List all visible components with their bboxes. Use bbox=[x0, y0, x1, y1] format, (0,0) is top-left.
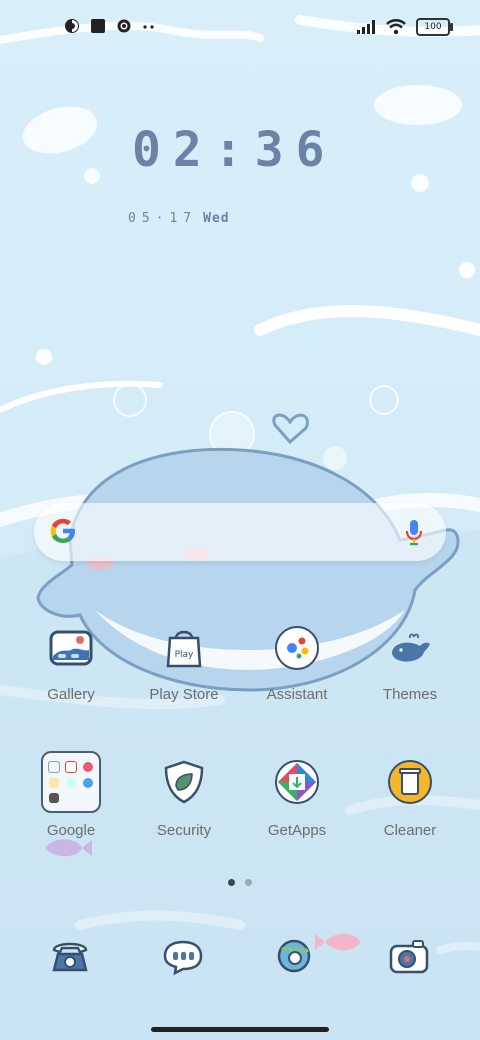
page-indicator bbox=[228, 879, 252, 886]
browser-icon bbox=[277, 939, 311, 973]
mic-icon[interactable] bbox=[404, 519, 424, 547]
getapps-icon bbox=[267, 752, 327, 812]
phone-icon bbox=[52, 942, 88, 972]
page-dot[interactable] bbox=[245, 879, 252, 886]
app-label: Themes bbox=[382, 686, 438, 703]
folder-icon bbox=[41, 751, 101, 813]
app-label: Assistant bbox=[266, 686, 328, 703]
app-cleaner[interactable]: Cleaner bbox=[354, 752, 466, 839]
battery-icon: 100 bbox=[416, 18, 453, 36]
google-search-bar[interactable] bbox=[34, 503, 446, 561]
data-saver-icon bbox=[65, 19, 79, 33]
dock-browser[interactable] bbox=[266, 926, 326, 986]
camera-icon bbox=[389, 940, 429, 974]
stop-icon bbox=[91, 19, 105, 33]
date-value: 05·17 bbox=[128, 211, 198, 226]
wifi-icon bbox=[386, 19, 406, 35]
mini-app-icon bbox=[49, 793, 60, 804]
dock-camera[interactable] bbox=[379, 926, 439, 986]
mini-app-icon bbox=[82, 777, 93, 788]
weekday: Wed bbox=[203, 211, 230, 226]
app-label: GetApps bbox=[267, 822, 327, 839]
folder-google[interactable]: Google bbox=[15, 751, 127, 839]
battery-level: 100 bbox=[424, 22, 442, 32]
themes-whale-icon bbox=[380, 618, 440, 678]
app-play-store[interactable]: Play Play Store bbox=[128, 618, 240, 703]
trash-icon bbox=[380, 752, 440, 812]
app-assistant[interactable]: Assistant bbox=[241, 618, 353, 703]
play-store-icon: Play bbox=[154, 618, 214, 678]
messages-icon bbox=[163, 940, 203, 976]
signal-icon bbox=[357, 20, 375, 34]
google-g-icon bbox=[50, 518, 75, 543]
dock-phone[interactable] bbox=[40, 926, 100, 986]
folder-preview bbox=[41, 751, 101, 813]
assistant-icon bbox=[267, 618, 327, 678]
app-getapps[interactable]: GetApps bbox=[241, 752, 353, 839]
mini-app-icon bbox=[65, 777, 76, 788]
mini-app-icon bbox=[49, 777, 60, 788]
svg-text:Play: Play bbox=[175, 650, 194, 660]
app-label: Security bbox=[156, 822, 212, 839]
settings-icon bbox=[117, 19, 131, 33]
page-dot-active[interactable] bbox=[228, 879, 235, 886]
clock-time[interactable]: 02:36 bbox=[132, 122, 342, 178]
status-left bbox=[64, 18, 156, 34]
mini-app-icon bbox=[48, 760, 61, 773]
status-right: 100 bbox=[356, 18, 453, 36]
app-label: Gallery bbox=[47, 686, 95, 703]
shield-icon bbox=[154, 752, 214, 812]
app-label: Google bbox=[46, 822, 96, 839]
more-dots-icon bbox=[143, 25, 154, 29]
clock-date: 05·17 Wed bbox=[128, 211, 230, 226]
status-bar: 100 bbox=[0, 0, 480, 56]
dock-messages[interactable] bbox=[153, 926, 213, 986]
app-gallery[interactable]: Gallery bbox=[15, 618, 127, 703]
app-themes[interactable]: Themes bbox=[354, 618, 466, 703]
gallery-icon bbox=[41, 618, 101, 678]
app-label: Cleaner bbox=[383, 822, 437, 839]
app-label: Play Store bbox=[149, 686, 219, 703]
mini-gmail-icon bbox=[64, 760, 77, 773]
mini-app-icon bbox=[82, 761, 93, 772]
home-screen: 100 02:36 05·17 Wed Gallery Play Play St… bbox=[0, 0, 480, 1040]
gesture-nav-handle[interactable] bbox=[151, 1027, 329, 1032]
app-security[interactable]: Security bbox=[128, 752, 240, 839]
